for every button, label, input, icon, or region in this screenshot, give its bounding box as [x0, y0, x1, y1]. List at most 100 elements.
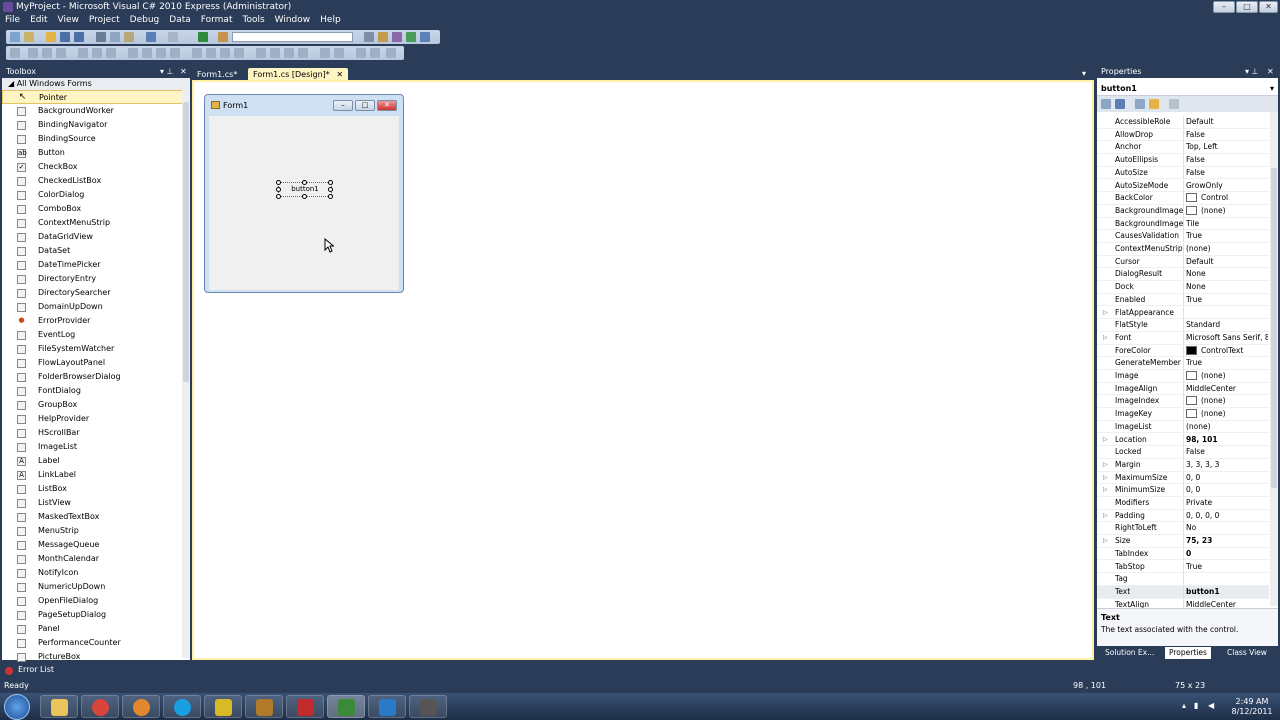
decrease-v-spacing-icon[interactable] — [284, 48, 294, 58]
property-row[interactable]: ImageIndex (none) — [1097, 395, 1269, 409]
toolbox-item[interactable]: PageSetupDialog — [2, 608, 190, 622]
menu-project[interactable]: Project — [84, 14, 125, 25]
toolbox-item[interactable]: NotifyIcon — [2, 566, 190, 580]
property-row[interactable]: FlatStyle Standard — [1097, 319, 1269, 332]
toolbox-item[interactable]: CheckedListBox — [2, 174, 190, 188]
expand-icon[interactable]: ▷ — [1103, 459, 1108, 471]
expand-icon[interactable]: ▷ — [1103, 510, 1108, 522]
find-in-files-icon[interactable] — [218, 32, 228, 42]
property-value[interactable]: False — [1186, 154, 1268, 166]
properties-scrollbar[interactable] — [1270, 112, 1278, 606]
property-row[interactable]: BackgroundImageL Tile — [1097, 217, 1269, 231]
property-value[interactable]: 75, 23 — [1186, 535, 1268, 547]
taskbar-explorer[interactable] — [40, 695, 78, 718]
property-value[interactable]: Control — [1186, 192, 1268, 204]
send-to-back-icon[interactable] — [370, 48, 380, 58]
toolbox-item[interactable]: MessageQueue — [2, 538, 190, 552]
resize-handle-se[interactable] — [328, 194, 333, 199]
menu-data[interactable]: Data — [164, 14, 196, 25]
property-row[interactable]: CausesValidation True — [1097, 230, 1269, 243]
categorized-icon[interactable] — [1101, 99, 1111, 109]
toolbox-item[interactable]: MonthCalendar — [2, 552, 190, 566]
horizontal-spacing-icon[interactable] — [192, 48, 202, 58]
property-row[interactable]: AccessibleRole Default — [1097, 116, 1269, 129]
property-row[interactable]: ▷ Margin 3, 3, 3, 3 — [1097, 458, 1269, 472]
toolbox-item[interactable]: ListBox — [2, 482, 190, 496]
property-row[interactable]: GenerateMember True — [1097, 357, 1269, 370]
add-item-icon[interactable] — [24, 32, 34, 42]
tray-arrow-icon[interactable]: ▴ — [1182, 701, 1186, 710]
open-file-icon[interactable] — [46, 32, 56, 42]
toolbox-item[interactable]: BindingNavigator — [2, 118, 190, 132]
decrease-h-spacing-icon[interactable] — [220, 48, 230, 58]
resize-handle-ne[interactable] — [328, 180, 333, 185]
events-icon[interactable] — [1149, 99, 1159, 109]
align-centers-icon[interactable] — [42, 48, 52, 58]
property-value[interactable]: 3, 3, 3, 3 — [1186, 459, 1268, 471]
align-bottoms-icon[interactable] — [106, 48, 116, 58]
form-client-area[interactable]: button1 — [209, 116, 399, 290]
property-row[interactable]: ▷ Size 75, 23 — [1097, 535, 1269, 548]
taskbar-app-6[interactable] — [245, 695, 283, 718]
toolbox-item[interactable]: FolderBrowserDialog — [2, 370, 190, 384]
toolbox-item[interactable]: DomainUpDown — [2, 300, 190, 314]
menu-file[interactable]: File — [0, 14, 25, 25]
menu-debug[interactable]: Debug — [125, 14, 165, 25]
property-row[interactable]: TabIndex 0 — [1097, 547, 1269, 561]
resize-handle-n[interactable] — [302, 180, 307, 185]
toolbox-item[interactable]: NumericUpDown — [2, 580, 190, 594]
toolbox-item[interactable]: BindingSource — [2, 132, 190, 146]
property-row[interactable]: DialogResult None — [1097, 268, 1269, 282]
pin-icon[interactable]: ▾ ⊥ — [160, 66, 174, 78]
taskbar-filezilla[interactable] — [286, 695, 324, 718]
property-value[interactable]: True — [1186, 357, 1268, 369]
property-value[interactable]: True — [1186, 294, 1268, 306]
toolbox-item[interactable]: HelpProvider — [2, 412, 190, 426]
toolbox-item[interactable]: ab Button — [2, 146, 190, 160]
align-middles-icon[interactable] — [92, 48, 102, 58]
resize-handle-s[interactable] — [302, 194, 307, 199]
property-row[interactable]: AutoSizeMode GrowOnly — [1097, 179, 1269, 193]
property-row[interactable]: ImageAlign MiddleCenter — [1097, 382, 1269, 396]
toolbox-item[interactable]: DirectoryEntry — [2, 272, 190, 286]
property-value[interactable]: 0, 0 — [1186, 484, 1268, 496]
toolbox-item[interactable]: ColorDialog — [2, 188, 190, 202]
taskbar-app-3[interactable] — [122, 695, 160, 718]
property-value[interactable]: GrowOnly — [1186, 180, 1268, 192]
expand-icon[interactable]: ▷ — [1103, 332, 1108, 344]
property-row[interactable]: ImageKey (none) — [1097, 408, 1269, 421]
property-value[interactable]: ControlText — [1186, 345, 1268, 357]
center-horizontally-icon[interactable] — [320, 48, 330, 58]
resize-handle-e[interactable] — [328, 187, 333, 192]
toolbox-item[interactable]: DateTimePicker — [2, 258, 190, 272]
toolbox-item[interactable]: A LinkLabel — [2, 468, 190, 482]
property-row[interactable]: Locked False — [1097, 446, 1269, 459]
make-same-height-icon[interactable] — [156, 48, 166, 58]
toolbox-item[interactable]: PictureBox — [2, 650, 190, 664]
volume-icon[interactable]: ◀ — [1208, 701, 1214, 710]
alphabetical-icon[interactable] — [1115, 99, 1125, 109]
expand-icon[interactable]: ▷ — [1103, 472, 1108, 484]
property-row[interactable]: ContextMenuStrip (none) — [1097, 243, 1269, 256]
property-row[interactable]: Cursor Default — [1097, 255, 1269, 269]
property-value[interactable]: True — [1186, 561, 1268, 573]
property-row[interactable]: AutoEllipsis False — [1097, 154, 1269, 167]
taskbar-skype[interactable] — [163, 695, 201, 718]
toolbox-scrollbar[interactable] — [182, 90, 190, 658]
property-value[interactable]: 98, 101 — [1186, 434, 1268, 446]
property-row[interactable]: ImageList (none) — [1097, 420, 1269, 434]
property-value[interactable]: Default — [1186, 256, 1268, 268]
tab-close-icon[interactable]: ✕ — [336, 70, 343, 79]
toolbox-close-icon[interactable]: ✕ — [180, 66, 187, 78]
taskbar-chrome[interactable] — [81, 695, 119, 718]
property-value[interactable]: button1 — [1186, 586, 1268, 598]
property-pages-icon[interactable] — [1169, 99, 1179, 109]
find-combo-input[interactable] — [232, 32, 353, 42]
minimize-button[interactable]: – — [1213, 1, 1235, 13]
toolbox-item[interactable]: EventLog — [2, 328, 190, 342]
cut-icon[interactable] — [96, 32, 106, 42]
property-row[interactable]: Tag — [1097, 573, 1269, 586]
object-selector[interactable]: button1 System.Windows.Forms.Button▾ — [1097, 82, 1278, 107]
undo-icon[interactable] — [146, 32, 156, 42]
paste-icon[interactable] — [124, 32, 134, 42]
